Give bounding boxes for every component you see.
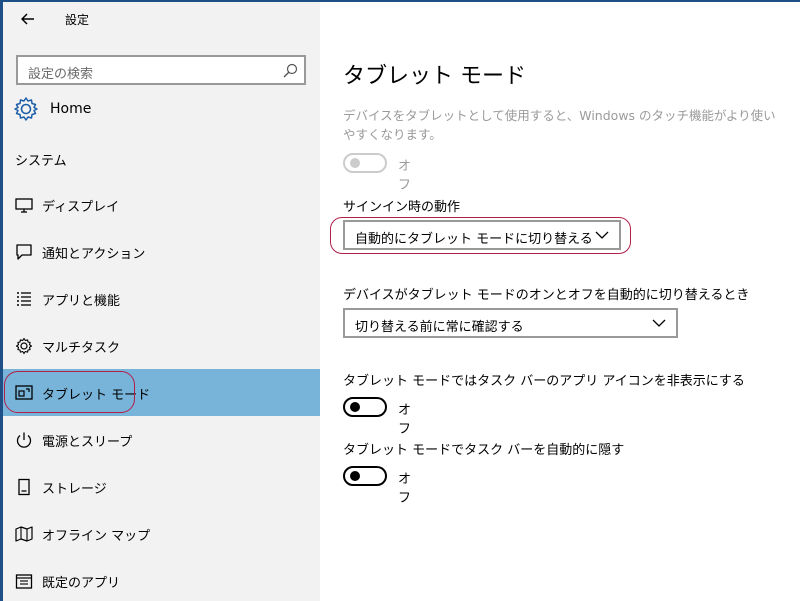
section-header-system: システム [15, 154, 67, 169]
toggle-knob [350, 402, 360, 412]
sidebar-item-label: アプリと機能 [42, 294, 121, 309]
sidebar-item-default-apps[interactable]: 既定のアプリ [3, 557, 320, 601]
storage-icon [18, 478, 30, 496]
home-label: Home [50, 101, 92, 117]
sidebar-item-multitasking[interactable]: マルチタスク [3, 322, 320, 369]
sidebar-item-power-sleep[interactable]: 電源とスリープ [3, 416, 320, 463]
sidebar-item-apps[interactable]: アプリと機能 [3, 275, 320, 322]
gear-icon [15, 337, 33, 355]
sidebar-item-label: ストレージ [42, 482, 107, 497]
sidebar-item-label: 電源とスリープ [42, 435, 133, 450]
sidebar-item-label: 既定のアプリ [42, 576, 121, 591]
search-placeholder: 設定の検索 [28, 67, 94, 82]
message-icon [16, 244, 32, 260]
highlight-annotation-signin [330, 217, 631, 254]
hide-icons-toggle-label: オフ [398, 403, 412, 437]
power-icon [16, 432, 32, 448]
app-title: 設定 [65, 13, 90, 27]
sidebar-item-storage[interactable]: ストレージ [3, 463, 320, 510]
auto-switch-label: デバイスがタブレット モードのオンとオフを自動的に切り替えるとき [343, 288, 750, 303]
home-link[interactable]: Home [13, 96, 303, 124]
hide-icons-toggle[interactable] [343, 397, 387, 417]
map-icon [15, 526, 33, 542]
sidebar-item-label: オフライン マップ [42, 529, 151, 544]
sidebar-item-label: ディスプレイ [42, 200, 120, 215]
highlight-annotation-tablet-mode [4, 371, 135, 413]
sidebar-item-label: マルチタスク [42, 341, 121, 356]
gear-icon [14, 97, 38, 121]
sidebar-item-display[interactable]: ディスプレイ [3, 181, 320, 228]
chevron-down-icon [652, 319, 666, 327]
search-icon[interactable] [282, 63, 298, 79]
auto-switch-dropdown[interactable]: 切り替える前に常に確認する [343, 308, 678, 338]
toggle-knob [350, 471, 360, 481]
page-title: タブレット モード [343, 64, 526, 89]
back-arrow-icon [21, 13, 34, 25]
search-input[interactable]: 設定の検索 [16, 55, 306, 85]
tablet-mode-toggle[interactable] [343, 153, 387, 173]
tablet-mode-toggle-label: オフ [398, 159, 412, 193]
default-apps-icon [15, 574, 33, 589]
monitor-icon [15, 198, 33, 213]
autohide-taskbar-toggle[interactable] [343, 466, 387, 486]
autohide-taskbar-toggle-label: オフ [398, 472, 412, 506]
list-icon [17, 292, 31, 306]
tablet-mode-description: デバイスをタブレットとして使用すると、Windows のタッチ機能がより使いやす… [343, 108, 776, 142]
signin-label: サインイン時の動作 [343, 200, 461, 215]
back-button[interactable] [17, 9, 39, 29]
sidebar-item-notifications[interactable]: 通知とアクション [3, 228, 320, 275]
toggle-knob [350, 158, 360, 168]
auto-switch-dropdown-value: 切り替える前に常に確認する [355, 320, 524, 335]
hide-icons-label: タブレット モードではタスク バーのアプリ アイコンを非表示にする [343, 374, 745, 389]
sidebar-item-offline-maps[interactable]: オフライン マップ [3, 510, 320, 557]
autohide-taskbar-label: タブレット モードでタスク バーを自動的に隠す [343, 443, 625, 458]
sidebar-item-label: 通知とアクション [42, 247, 146, 262]
title-bar: 設定 [3, 2, 320, 36]
